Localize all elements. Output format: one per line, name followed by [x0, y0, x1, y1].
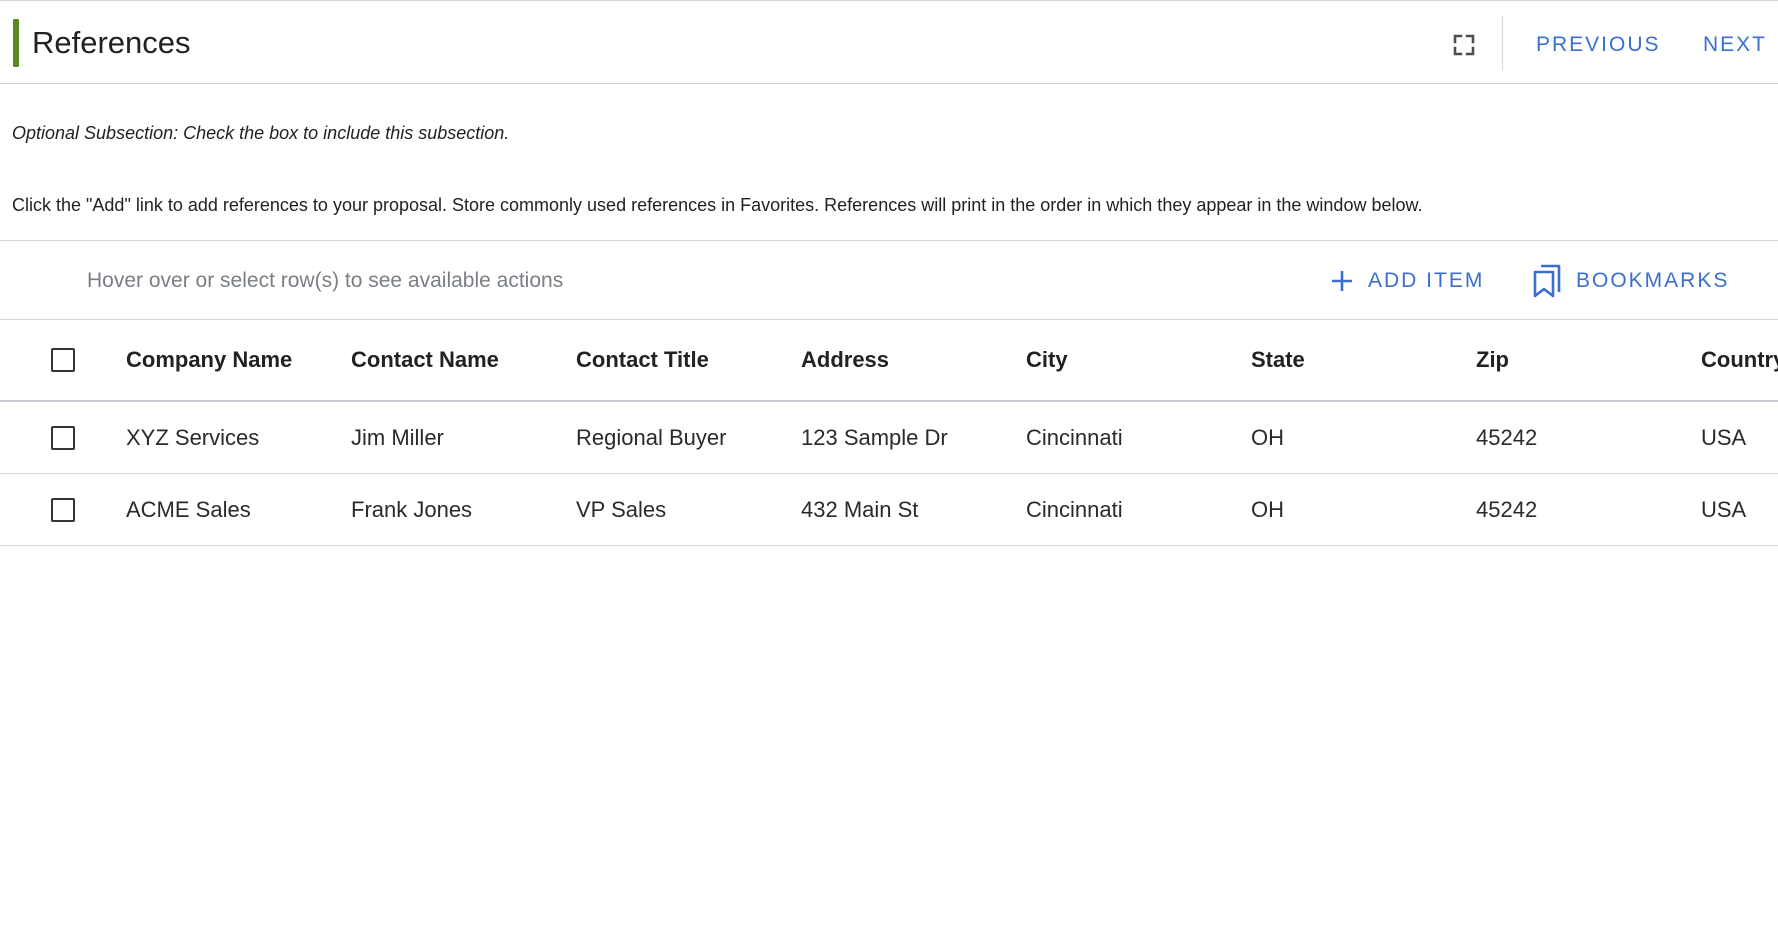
- toolbar-hint: Hover over or select row(s) to see avail…: [87, 269, 564, 292]
- column-header-city[interactable]: City: [1026, 320, 1068, 400]
- cell-state: OH: [1251, 424, 1284, 450]
- bookmarks-button[interactable]: BOOKMARKS: [1532, 261, 1729, 301]
- section-header: References PREVIOUS NEXT: [0, 0, 1778, 84]
- cell-state: OH: [1251, 496, 1284, 522]
- page-title: References: [32, 25, 191, 60]
- column-header-company-name[interactable]: Company Name: [126, 320, 292, 400]
- row-checkbox[interactable]: [51, 425, 75, 450]
- select-all-checkbox[interactable]: [51, 348, 75, 372]
- cell-address: 432 Main St: [801, 496, 919, 522]
- references-page: References PREVIOUS NEXT Optional Subsec…: [0, 0, 1778, 946]
- cell-address: 123 Sample Dr: [801, 424, 948, 450]
- cell-zip: 45242: [1476, 424, 1538, 450]
- column-header-country[interactable]: Country: [1701, 320, 1778, 400]
- cell-contact-title: Regional Buyer: [576, 424, 727, 450]
- column-header-zip[interactable]: Zip: [1476, 320, 1509, 400]
- table-row[interactable]: ACME Sales Frank Jones VP Sales 432 Main…: [0, 474, 1778, 546]
- column-header-contact-title[interactable]: Contact Title: [576, 320, 709, 400]
- table-toolbar: Hover over or select row(s) to see avail…: [0, 240, 1778, 320]
- table-header-row: Company Name Contact Name Contact Title …: [0, 320, 1778, 402]
- bookmarks-icon: [1532, 263, 1562, 299]
- fullscreen-icon: [1453, 34, 1475, 56]
- column-header-address[interactable]: Address: [801, 320, 889, 400]
- column-header-contact-name[interactable]: Contact Name: [351, 320, 499, 400]
- expand-button[interactable]: [1444, 25, 1484, 65]
- row-checkbox[interactable]: [51, 497, 75, 522]
- instructions-text: Click the "Add" link to add references t…: [12, 195, 1423, 215]
- table-row[interactable]: XYZ Services Jim Miller Regional Buyer 1…: [0, 402, 1778, 474]
- add-item-label: ADD ITEM: [1368, 269, 1485, 292]
- previous-button[interactable]: PREVIOUS: [1536, 25, 1661, 65]
- cell-country: USA: [1701, 496, 1747, 522]
- next-button[interactable]: NEXT: [1703, 25, 1767, 65]
- cell-contact-title: VP Sales: [576, 496, 667, 522]
- cell-contact-name: Frank Jones: [351, 496, 473, 522]
- bookmarks-label: BOOKMARKS: [1576, 269, 1730, 292]
- select-all-cell: [51, 320, 75, 400]
- row-select-cell: [51, 474, 75, 545]
- column-header-state[interactable]: State: [1251, 320, 1305, 400]
- row-select-cell: [51, 402, 75, 473]
- optional-subsection-note: Optional Subsection: Check the box to in…: [12, 123, 510, 143]
- cell-city: Cincinnati: [1026, 496, 1123, 522]
- section-accent-bar: [13, 19, 19, 67]
- references-table: Company Name Contact Name Contact Title …: [0, 320, 1778, 546]
- plus-icon: [1330, 269, 1354, 293]
- cell-country: USA: [1701, 424, 1747, 450]
- cell-city: Cincinnati: [1026, 424, 1123, 450]
- add-item-button[interactable]: ADD ITEM: [1330, 261, 1484, 301]
- cell-zip: 45242: [1476, 496, 1538, 522]
- header-divider: [1502, 16, 1503, 70]
- cell-contact-name: Jim Miller: [351, 424, 444, 450]
- cell-company-name: XYZ Services: [126, 424, 260, 450]
- cell-company-name: ACME Sales: [126, 496, 251, 522]
